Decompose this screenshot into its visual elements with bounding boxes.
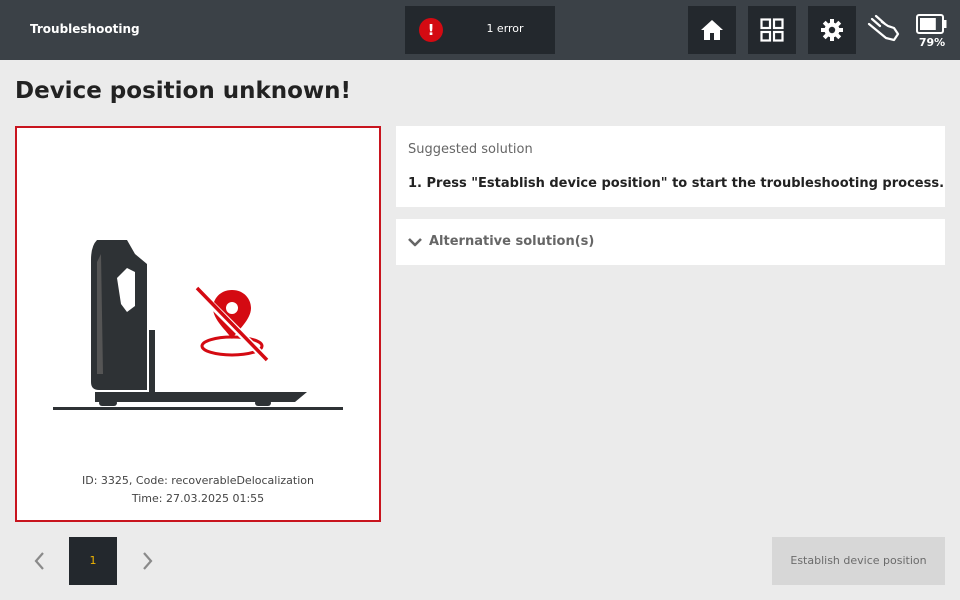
previous-page-button[interactable] [30,549,50,573]
establish-device-position-button[interactable]: Establish device position [772,537,945,585]
suggested-solution-panel: Suggested solution 1. Press "Establish d… [396,126,945,207]
location-pin-icon [194,286,269,362]
grid-icon [760,18,784,42]
chevron-down-icon [408,238,422,247]
error-indicator-button[interactable]: ! 1 error [405,6,555,54]
error-image-card: ID: 3325, Code: recoverableDelocalizatio… [15,126,381,522]
pallet-truck-with-crossed-location-pin [53,240,343,410]
app-title: Troubleshooting [30,22,140,36]
error-count-label: 1 error [486,22,524,35]
page-number-current[interactable]: 1 [69,537,117,585]
alternative-solutions-label: Alternative solution(s) [429,234,595,249]
exclamation-icon: ! [419,18,443,42]
settings-button[interactable] [808,6,856,54]
battery-percentage: 79% [918,36,946,49]
page-title: Device position unknown! [15,78,352,104]
hand-icon[interactable] [866,14,900,44]
top-bar: Troubleshooting ! 1 error 79% [0,0,960,60]
suggested-solution-heading: Suggested solution [408,142,533,157]
pallet-truck-icon [53,240,343,410]
chevron-left-icon [34,552,44,570]
battery-icon [916,14,948,38]
grid-menu-button[interactable] [748,6,796,54]
home-icon [701,20,723,40]
home-button[interactable] [688,6,736,54]
chevron-right-icon [143,552,153,570]
gear-icon [821,19,843,41]
suggested-solution-step: 1. Press "Establish device position" to … [408,176,945,191]
alternative-solutions-toggle[interactable]: Alternative solution(s) [396,219,945,265]
next-page-button[interactable] [137,549,157,573]
error-time: Time: 27.03.2025 01:55 [131,492,265,505]
error-id-code: ID: 3325, Code: recoverableDelocalizatio… [82,474,314,487]
